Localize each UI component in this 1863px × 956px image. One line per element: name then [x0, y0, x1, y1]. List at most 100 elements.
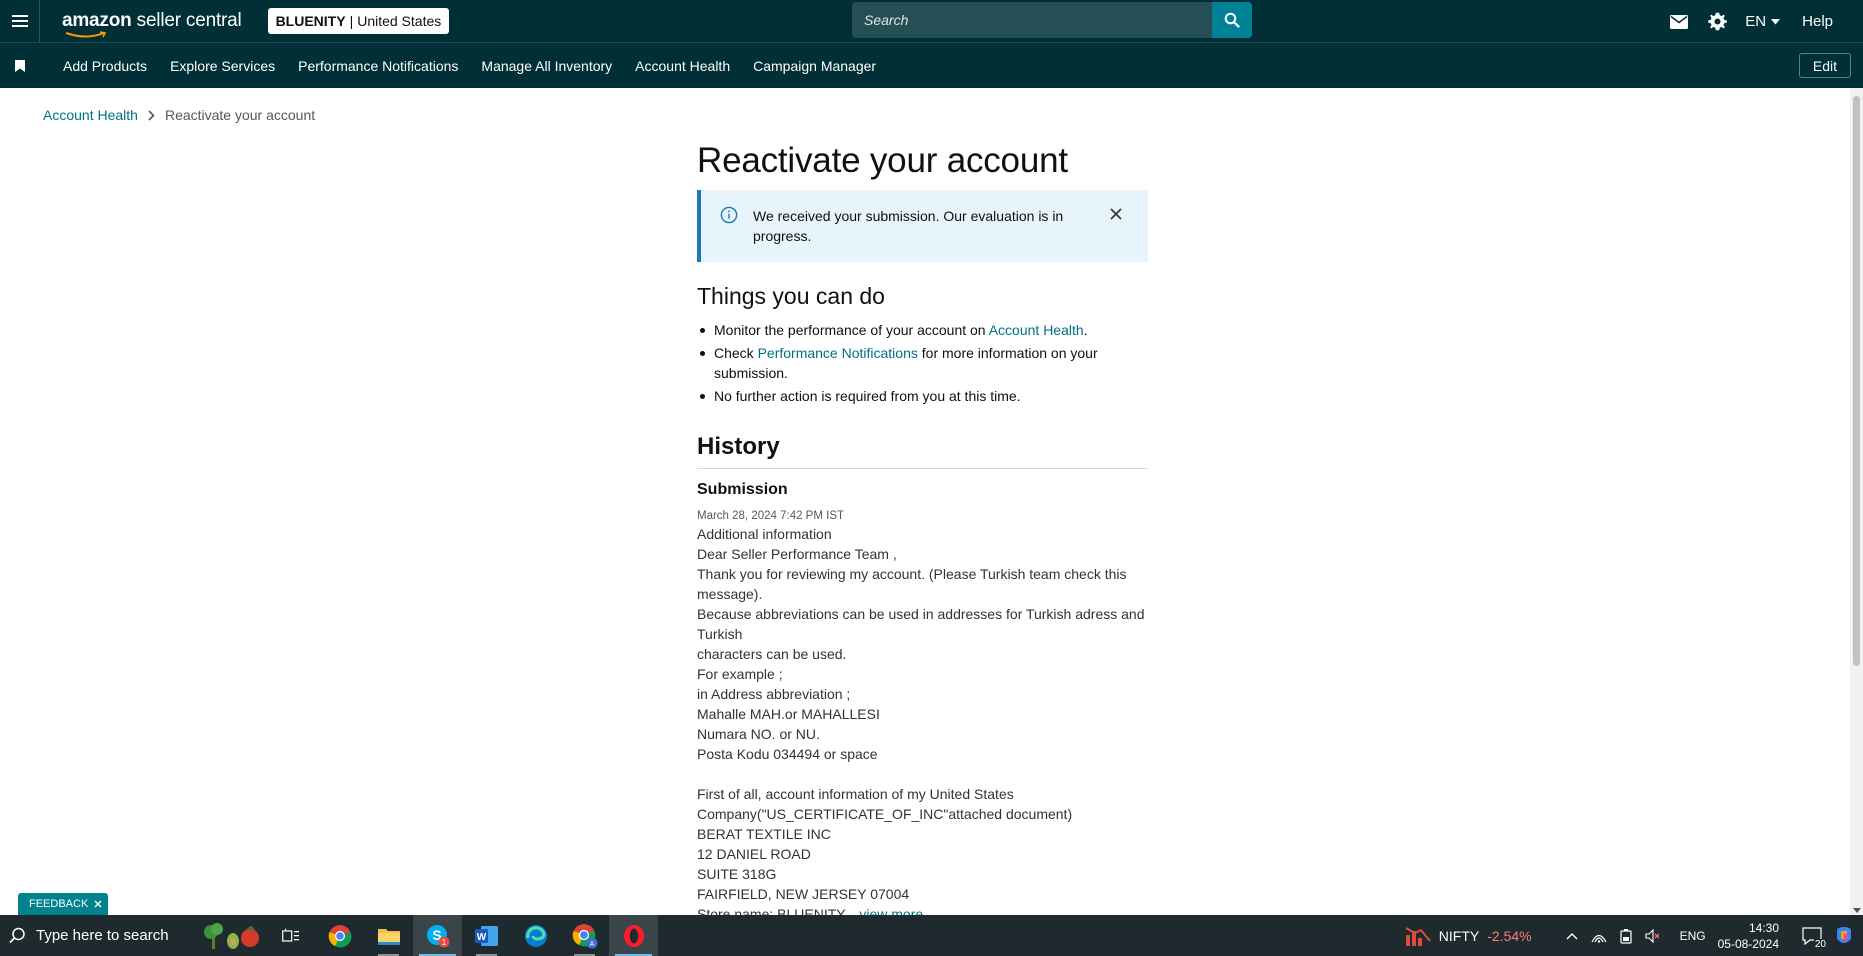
edit-bookmarks-button[interactable]: Edit: [1798, 53, 1851, 78]
todo-text: Monitor the performance of your account …: [714, 322, 989, 338]
list-item: Check Performance Notifications for more…: [697, 343, 1148, 383]
notification-center-icon[interactable]: 20: [1795, 926, 1829, 950]
submission-line: SUITE 318G: [697, 866, 777, 882]
word-icon[interactable]: W: [462, 915, 511, 956]
nav-manage-all-inventory[interactable]: Manage All Inventory: [481, 58, 612, 74]
nav-add-products[interactable]: Add Products: [63, 58, 147, 74]
amazon-smile-icon: [65, 31, 107, 38]
info-icon: [720, 206, 738, 224]
things-you-can-do-heading: Things you can do: [697, 283, 885, 309]
breadcrumb: Account Health Reactivate your account: [43, 107, 315, 123]
info-alert: We received your submission. Our evaluat…: [697, 190, 1148, 262]
stock-name: NIFTY: [1438, 927, 1480, 944]
nav-campaign-manager[interactable]: Campaign Manager: [753, 58, 876, 74]
search-icon: [1224, 12, 1240, 28]
skype-icon[interactable]: S1: [413, 915, 462, 956]
seller-central-logo[interactable]: amazon seller central: [62, 10, 242, 38]
submission-line: First of all, account information of my …: [697, 786, 1014, 802]
submission-line: Thank you for reviewing my account. (Ple…: [697, 566, 1127, 602]
alert-message: We received your submission. Our evaluat…: [753, 208, 1064, 244]
top-right-controls: EN Help: [1669, 0, 1833, 43]
svg-text:W: W: [476, 932, 486, 943]
list-item: Monitor the performance of your account …: [697, 320, 1148, 340]
page-title: Reactivate your account: [697, 141, 1068, 180]
bookmark-bar: Add Products Explore Services Performanc…: [0, 43, 1863, 88]
bookmark-icon[interactable]: [0, 59, 40, 72]
edge-icon[interactable]: [511, 915, 560, 956]
chrome-profile-icon[interactable]: A: [560, 915, 609, 956]
wifi-icon[interactable]: [1587, 929, 1611, 943]
opera-icon[interactable]: [609, 915, 658, 956]
submission-line: characters can be used.: [697, 646, 847, 662]
scroll-down-arrow-icon[interactable]: [1853, 908, 1861, 913]
help-link[interactable]: Help: [1802, 13, 1833, 30]
todo-text: Check: [714, 345, 758, 361]
submission-line: Additional information: [697, 526, 832, 542]
search-icon: [9, 927, 25, 944]
feedback-label: FEEDBACK: [29, 898, 89, 910]
submission-line: Numara NO. or NU.: [697, 726, 820, 742]
volume-muted-icon[interactable]: [1641, 928, 1665, 943]
performance-notifications-link[interactable]: Performance Notifications: [758, 345, 918, 361]
search-button[interactable]: [1212, 2, 1252, 38]
breadcrumb-account-health[interactable]: Account Health: [43, 107, 138, 123]
submission-body: Additional information Dear Seller Perfo…: [697, 524, 1148, 924]
todo-text: .: [1083, 322, 1088, 338]
copilot-icon[interactable]: [1829, 925, 1859, 947]
language-selector[interactable]: EN: [1745, 13, 1781, 30]
stock-widget[interactable]: NIFTY -2.54%: [1405, 925, 1532, 947]
skype-badge: 1: [441, 938, 446, 947]
close-icon[interactable]: [94, 900, 102, 908]
list-item: No further action is required from you a…: [697, 386, 1148, 406]
gear-icon[interactable]: [1707, 12, 1727, 32]
battery-icon[interactable]: [1614, 928, 1638, 944]
clock-time: 14:30: [1748, 920, 1779, 935]
submission-date: March 28, 2024 7:42 PM IST: [697, 510, 845, 522]
windows-taskbar: Type here to search S1 W A NIFTY -2.54%: [0, 915, 1863, 956]
close-icon[interactable]: [1108, 206, 1124, 222]
mail-icon[interactable]: [1669, 12, 1689, 32]
caret-down-icon: [1771, 18, 1781, 24]
file-explorer-icon[interactable]: [364, 915, 413, 956]
logo-amazon: amazon: [62, 10, 132, 31]
system-tray: NIFTY -2.54% ENG 14:30 05-08-2024 20: [1405, 915, 1863, 956]
store-separator: |: [349, 13, 354, 29]
submission-line: Mahalle MAH.or MAHALLESI: [697, 706, 880, 722]
svg-text:A: A: [589, 941, 594, 948]
search-input[interactable]: [852, 2, 1212, 38]
chevron-up-icon[interactable]: [1560, 932, 1584, 940]
submission-heading: Submission: [697, 481, 788, 498]
submission-line: Company("US_CERTIFICATE_OF_INC"attached …: [697, 806, 1073, 822]
scrollbar-thumb[interactable]: [1853, 96, 1860, 666]
widget-food-icon[interactable]: [196, 915, 266, 956]
history-heading: History: [697, 432, 1148, 469]
menu-icon[interactable]: [0, 0, 40, 43]
submission-line: For example ;: [697, 666, 783, 682]
search-bar: [852, 2, 1252, 38]
breadcrumb-current: Reactivate your account: [164, 107, 316, 123]
submission-line: in Address abbreviation ;: [697, 686, 851, 702]
store-name: BLUENITY: [275, 13, 346, 29]
todo-list: Monitor the performance of your account …: [697, 320, 1148, 406]
feedback-button[interactable]: FEEDBACK: [18, 893, 109, 915]
main-content: Reactivate your account We received your…: [697, 140, 1148, 924]
marketplace-name: United States: [357, 13, 442, 29]
todo-text: No further action is required from you a…: [714, 388, 1021, 404]
system-clock[interactable]: 14:30 05-08-2024: [1718, 920, 1779, 952]
nav-performance-notifications[interactable]: Performance Notifications: [298, 58, 458, 74]
input-language[interactable]: ENG: [1680, 929, 1706, 943]
submission-line: Because abbreviations can be used in add…: [697, 606, 1145, 642]
notification-count: 20: [1813, 938, 1827, 950]
stock-down-icon: [1405, 926, 1431, 946]
taskbar-search-placeholder: Type here to search: [36, 927, 169, 944]
taskbar-search[interactable]: Type here to search: [0, 915, 196, 956]
task-view-icon[interactable]: [266, 915, 315, 956]
chevron-right-icon: [148, 109, 155, 121]
page-scrollbar[interactable]: [1850, 88, 1863, 915]
account-health-link[interactable]: Account Health: [989, 322, 1084, 338]
nav-explore-services[interactable]: Explore Services: [170, 58, 275, 74]
account-switcher[interactable]: BLUENITY | United States: [267, 8, 450, 34]
chrome-icon[interactable]: [315, 915, 364, 956]
nav-account-health[interactable]: Account Health: [635, 58, 730, 74]
submission-line: [697, 764, 1148, 784]
